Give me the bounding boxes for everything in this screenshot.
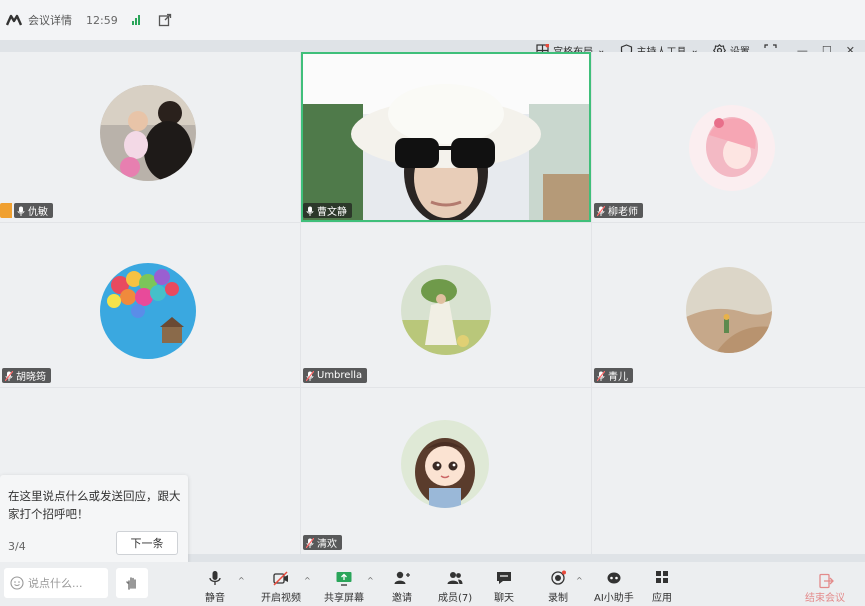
participant-avatar <box>401 420 489 508</box>
mic-icon <box>17 206 25 216</box>
mic-off-icon <box>5 370 13 381</box>
share-screen-icon <box>336 572 352 586</box>
popout-icon[interactable] <box>158 13 172 27</box>
empty-tile <box>592 388 865 554</box>
record-button[interactable]: 录制 <box>548 564 568 604</box>
share-screen-label: 共享屏幕 <box>324 593 364 604</box>
chat-input-placeholder: 说点什么... <box>28 577 83 590</box>
participant-name-tag: 曹文静 <box>303 203 352 218</box>
participant-tile[interactable]: Umbrella <box>301 223 591 387</box>
mic-off-icon <box>306 370 314 381</box>
start-video-button[interactable]: 开启视频 <box>261 564 301 604</box>
add-user-icon <box>394 571 410 584</box>
chat-button[interactable]: 聊天 <box>494 564 514 604</box>
participant-name: 胡晓筠 <box>16 372 46 383</box>
participant-name-tag: 清欢 <box>303 535 342 550</box>
participant-name: 柳老师 <box>608 207 638 218</box>
video-off-icon <box>273 571 288 586</box>
chat-icon <box>497 572 511 584</box>
participant-tile[interactable]: 柳老师 <box>592 52 865 222</box>
apps-grid-icon <box>656 571 668 583</box>
greeting-tip-card: 在这里说点什么或发送回应，跟大家打个招呼吧！ 3/4 下一条 <box>0 475 188 565</box>
record-label: 录制 <box>548 593 568 604</box>
participant-avatar <box>686 267 772 353</box>
participant-name: 清欢 <box>317 539 337 550</box>
mute-label: 静音 <box>205 593 225 604</box>
participant-avatar <box>100 85 196 181</box>
participant-name-tag: Umbrella <box>303 368 368 383</box>
app-logo-icon <box>6 14 22 26</box>
chevron-up-icon[interactable]: ^ <box>576 576 583 585</box>
mic-off-icon <box>597 205 605 216</box>
participant-tile[interactable]: 青儿 <box>592 223 865 387</box>
chat-quick-input[interactable]: 说点什么... <box>4 568 108 598</box>
participant-name: 曹文静 <box>317 207 347 218</box>
participant-name-tag: 柳老师 <box>594 203 643 218</box>
participant-avatar <box>401 265 491 355</box>
signal-icon <box>131 15 140 25</box>
raise-hand-button[interactable] <box>116 568 148 598</box>
members-button[interactable]: 成员(7) <box>438 564 472 604</box>
start-video-label: 开启视频 <box>261 593 301 604</box>
mic-off-icon <box>306 537 314 548</box>
participant-tile-active-speaker[interactable]: 曹文静 <box>301 52 591 222</box>
participant-avatar <box>100 263 196 359</box>
next-tip-button[interactable]: 下一条 <box>116 531 178 555</box>
participant-name-tag: 仇敏 <box>14 203 53 218</box>
tip-text: 在这里说点什么或发送回应，跟大家打个招呼吧！ <box>8 489 181 521</box>
participant-avatar <box>689 105 775 191</box>
ai-assistant-label: AI小助手 <box>594 593 634 604</box>
chevron-up-icon[interactable]: ^ <box>304 576 311 585</box>
mic-icon <box>306 206 314 216</box>
emoji-icon <box>10 576 24 590</box>
members-label: 成员(7) <box>438 593 473 604</box>
share-screen-button[interactable]: 共享屏幕 <box>324 564 364 604</box>
participant-tile[interactable]: 清欢 <box>301 388 591 554</box>
invite-button[interactable]: 邀请 <box>392 564 412 604</box>
participant-tile[interactable]: 胡晓筠 <box>0 223 300 387</box>
users-icon <box>447 572 463 584</box>
participant-name-tag: 胡晓筠 <box>2 368 51 383</box>
meeting-details-link[interactable]: 会议详情 <box>28 12 72 28</box>
exit-icon <box>819 573 834 589</box>
participant-name: 青儿 <box>608 372 628 383</box>
chat-label: 聊天 <box>494 593 514 604</box>
record-icon <box>551 570 566 585</box>
apps-label: 应用 <box>652 593 672 604</box>
tip-counter: 3/4 <box>8 540 26 553</box>
end-meeting-label: 结束会议 <box>805 593 845 604</box>
title-bar: 会议详情 12:59 <box>0 0 865 40</box>
raise-hand-icon <box>126 577 136 590</box>
chevron-up-icon[interactable]: ^ <box>367 576 374 585</box>
ai-assistant-button[interactable]: AI小助手 <box>594 564 634 604</box>
chevron-up-icon[interactable]: ^ <box>238 576 245 585</box>
participant-name-tag: 青儿 <box>594 368 633 383</box>
participant-name: 仇敏 <box>28 207 48 218</box>
ai-assistant-icon <box>607 572 621 584</box>
invite-label: 邀请 <box>392 593 412 604</box>
participant-video-feed <box>303 54 589 220</box>
end-meeting-button[interactable]: 结束会议 <box>805 564 845 604</box>
bottom-toolbar: 说点什么... 静音 ^ 开启视频 ^ 共享屏幕 ^ 邀请 成员(7) 聊天 录… <box>0 562 865 606</box>
participant-tile[interactable]: 仇敏 <box>0 52 300 222</box>
host-badge <box>0 203 12 218</box>
apps-button[interactable]: 应用 <box>652 564 672 604</box>
microphone-icon <box>209 571 221 585</box>
participant-name: Umbrella <box>317 370 363 381</box>
meeting-clock: 12:59 <box>86 13 118 27</box>
mute-button[interactable]: 静音 <box>205 564 225 604</box>
mic-off-icon <box>597 370 605 381</box>
